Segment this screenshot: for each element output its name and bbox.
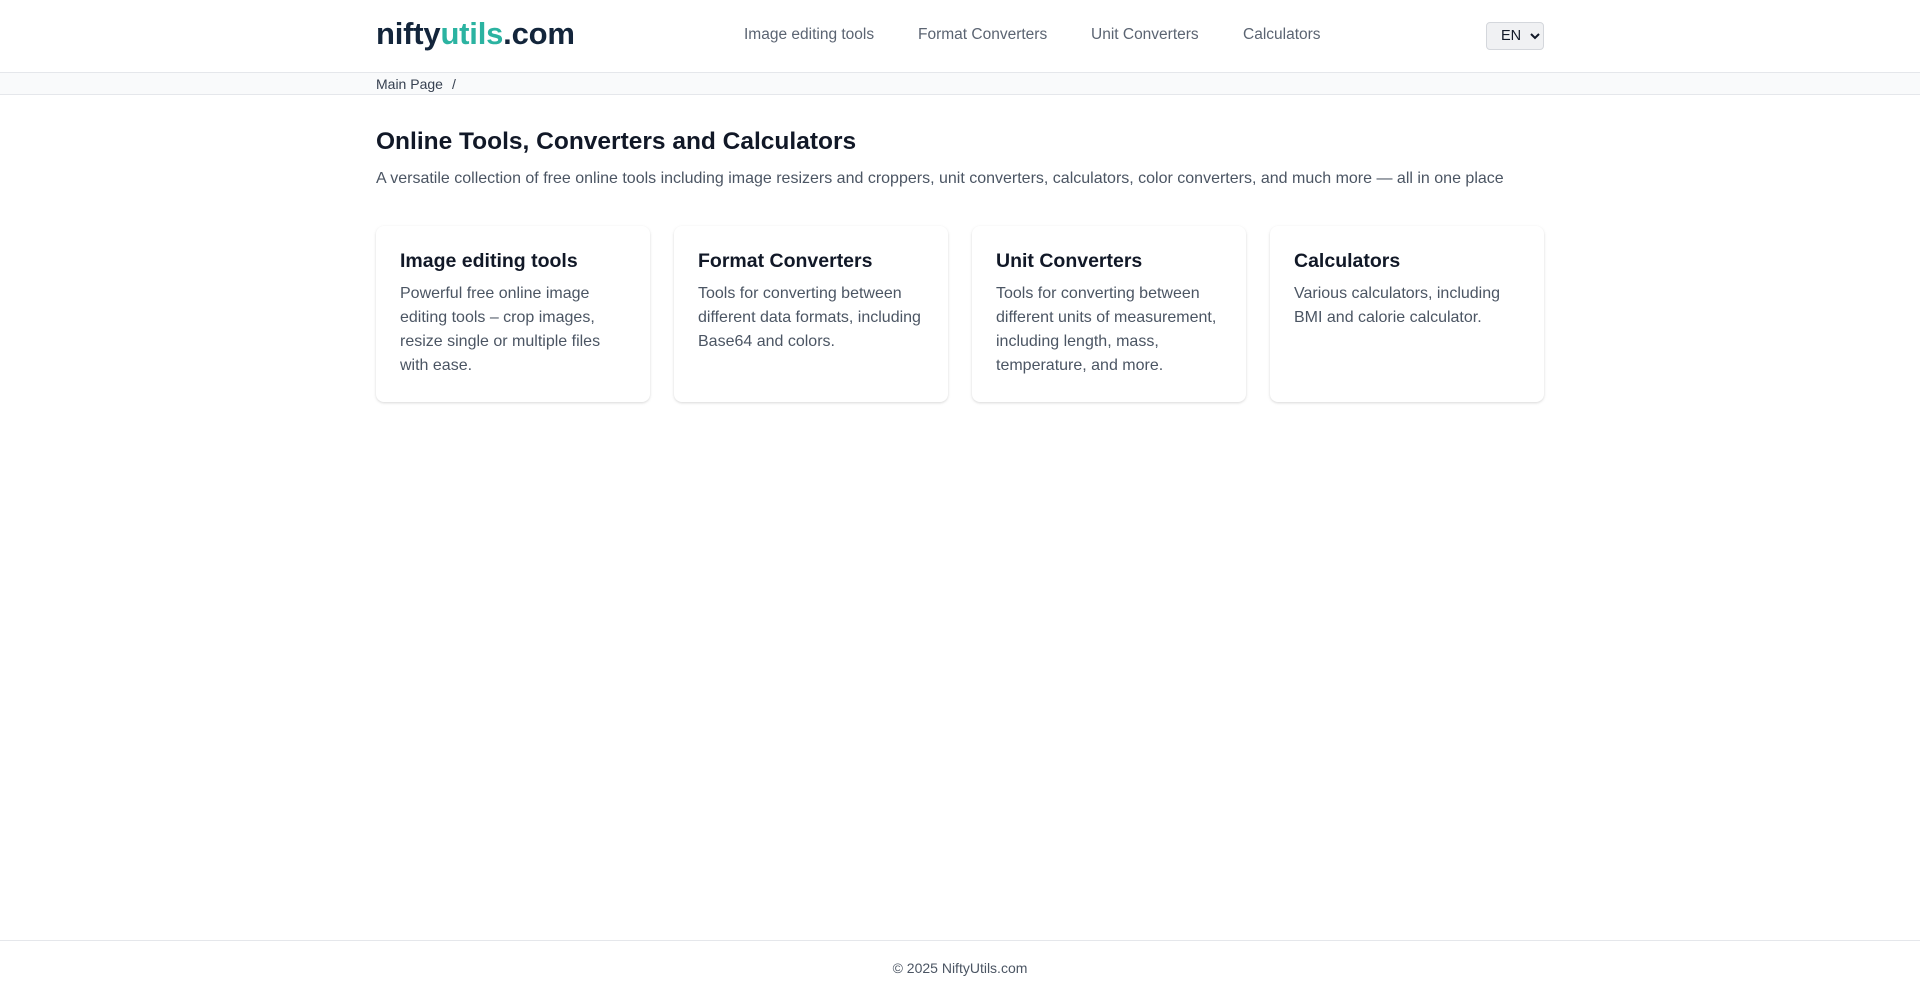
card-title: Unit Converters (996, 250, 1143, 272)
card-title: Calculators (1294, 250, 1401, 272)
card-unit-converters[interactable]: Unit Converters Tools for converting bet… (972, 226, 1246, 402)
site-header: niftyutils.com Image editing tools Forma… (0, 0, 1920, 73)
nav-link-calculators[interactable]: Calculators (1243, 24, 1321, 46)
breadcrumb-item-main-page[interactable]: Main Page (376, 76, 443, 92)
page-title: Online Tools, Converters and Calculators (376, 128, 857, 155)
breadcrumb-bar: Main Page / (0, 73, 1920, 95)
card-format-converters[interactable]: Format Converters Tools for converting b… (674, 226, 948, 402)
page-subtitle: A versatile collection of free online to… (376, 170, 1504, 187)
card-image-editing-tools[interactable]: Image editing tools Powerful free online… (376, 226, 650, 402)
card-calculators[interactable]: Calculators Various calculators, includi… (1270, 226, 1544, 402)
nav-link-image-editing-tools[interactable]: Image editing tools (744, 24, 874, 46)
nav-link-format-converters[interactable]: Format Converters (918, 24, 1047, 46)
breadcrumb: Main Page / (376, 75, 456, 93)
breadcrumb-separator: / (451, 76, 456, 92)
card-description: Powerful free online image editing tools… (400, 285, 601, 374)
card-description: Tools for converting between different d… (698, 285, 921, 350)
footer-copyright: © 2025 NiftyUtils.com (892, 960, 1028, 976)
site-footer: © 2025 NiftyUtils.com (0, 940, 1920, 993)
card-title: Image editing tools (400, 250, 578, 272)
card-description: Various calculators, including BMI and c… (1294, 285, 1501, 326)
main-nav: Image editing tools Format Converters Un… (0, 24, 1920, 46)
card-title: Format Converters (698, 250, 873, 272)
card-description: Tools for converting between different u… (996, 285, 1217, 374)
nav-link-unit-converters[interactable]: Unit Converters (1091, 24, 1199, 46)
language-select[interactable]: EN (1486, 22, 1544, 50)
